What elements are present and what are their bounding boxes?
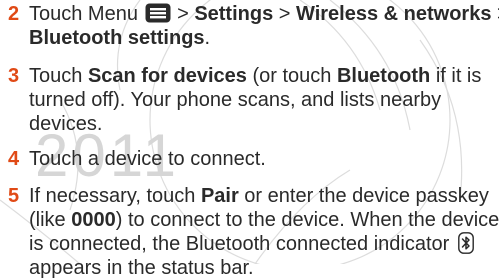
step-text-line: Touch a device to connect. [29,148,266,170]
text: Touch Menu [29,3,144,25]
text: or enter the device passkey [238,185,489,207]
step-number: 5 [8,185,20,207]
step-text-line: (like 0000) to connect to the device. Wh… [29,208,499,232]
step-text-line: is connected, the Bluetooth connected in… [29,232,474,256]
step-number: 2 [8,3,20,25]
text: is connected, the Bluetooth connected in… [29,233,455,255]
text: > [491,3,499,25]
step-text-line: appears in the status bar. [29,257,254,279]
step-text-line: If necessary, touch Pair or enter the de… [29,184,489,208]
step-text-line: devices. [29,113,103,135]
menu-path-settings: Settings [194,3,274,25]
pair-label: Pair [200,185,239,207]
passkey-example: 0000 [71,209,116,231]
bluetooth-connected-icon [457,232,474,254]
step-text-line: turned off). Your phone scans, and lists… [29,89,442,111]
step-number: 3 [8,65,20,87]
text: > [273,3,297,25]
text: Touch [29,65,88,87]
text: . [204,27,211,49]
menu-path-bluetooth-settings: Bluetooth settings [29,27,205,49]
menu-path-wireless: Wireless & networks [296,3,492,25]
step-text-line: Touch Scan for devices (or touch Bluetoo… [29,64,481,88]
step-text-line: Bluetooth settings. [29,26,210,50]
text: (or touch [246,65,337,87]
text: (like [29,209,72,231]
text: ) to connect to the device. When the dev… [115,209,499,231]
scan-for-devices-label: Scan for devices [87,65,247,87]
step-text-line: Touch Menu > Settings > Wireless & netwo… [29,2,499,26]
text: if it is [430,65,482,87]
menu-icon [145,3,171,23]
step-number: 4 [8,148,20,170]
text: > [171,3,195,25]
bluetooth-label: Bluetooth [336,65,431,87]
text: If necessary, touch [29,185,201,207]
